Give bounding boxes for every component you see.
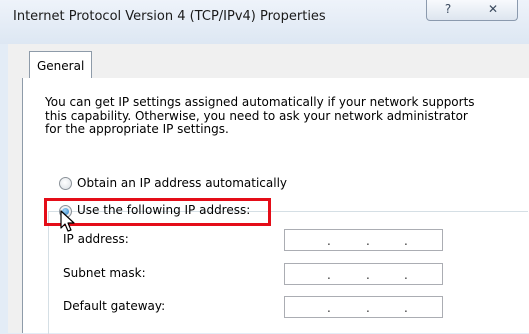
annotation-highlight-box [44, 198, 271, 226]
tab-general[interactable]: General [29, 51, 92, 78]
obtain-ip-automatically-label[interactable]: Obtain an IP address automatically [77, 176, 287, 190]
tab-strip [22, 51, 529, 79]
help-button[interactable]: ? [426, 0, 470, 21]
obtain-ip-automatically-radio[interactable] [59, 177, 72, 190]
close-button[interactable]: ✕ [469, 0, 518, 21]
default-gateway-input[interactable]: . . . [284, 296, 443, 318]
subnet-mask-dot-1: . [327, 268, 331, 282]
default-gateway-dot-2: . [366, 301, 370, 315]
ip-address-label: IP address: [63, 232, 129, 246]
subnet-mask-label: Subnet mask: [63, 266, 146, 280]
description-line-2: this capability. Otherwise, you need to … [45, 108, 468, 123]
question-mark-icon: ? [444, 2, 452, 16]
subnet-mask-dot-2: . [366, 268, 370, 282]
description-line-3: for the appropriate IP settings. [45, 122, 229, 136]
window-title: Internet Protocol Version 4 (TCP/IPv4) P… [13, 9, 326, 24]
description-line-1: You can get IP settings assigned automat… [45, 95, 475, 109]
ip-address-dot-1: . [327, 234, 331, 248]
close-icon: ✕ [487, 2, 499, 16]
ip-address-dot-3: . [404, 234, 408, 248]
ip-address-dot-2: . [366, 234, 370, 248]
subnet-mask-dot-3: . [404, 268, 408, 282]
mouse-pointer-icon [60, 210, 75, 232]
description-text: You can get IP settings assigned automat… [45, 95, 515, 137]
subnet-mask-input[interactable]: . . . [284, 263, 443, 285]
default-gateway-dot-3: . [404, 301, 408, 315]
ip-address-input[interactable]: . . . [284, 229, 443, 251]
default-gateway-dot-1: . [327, 301, 331, 315]
default-gateway-label: Default gateway: [63, 299, 166, 313]
tab-general-label: General [37, 59, 85, 73]
